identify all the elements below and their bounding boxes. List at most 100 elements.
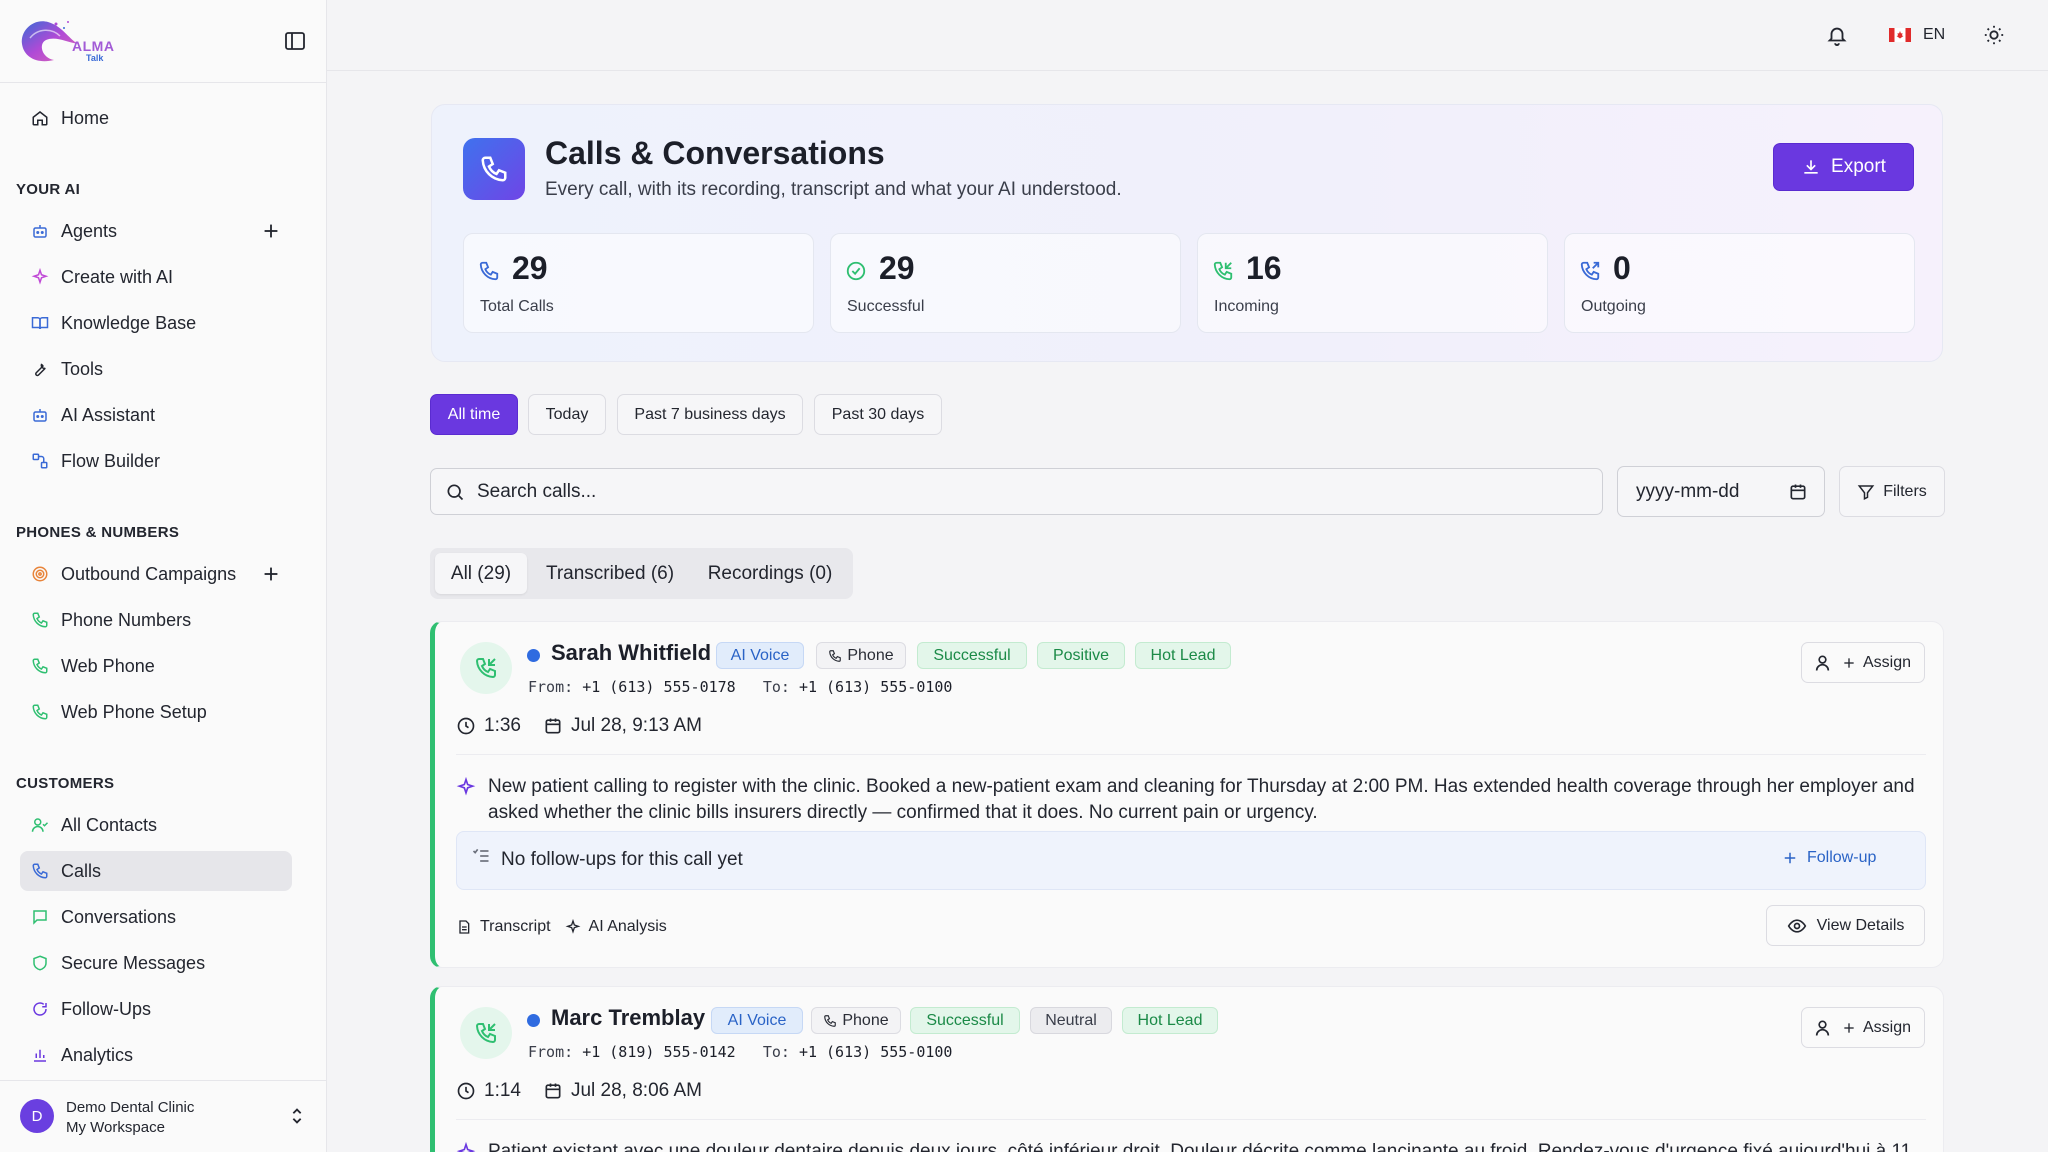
sparkles-icon — [456, 777, 476, 796]
target-icon — [32, 566, 48, 582]
call-card[interactable]: Marc Tremblay AI Voice Phone Successful … — [430, 986, 1944, 1152]
calendar-icon[interactable] — [1788, 482, 1808, 502]
download-icon — [1804, 160, 1818, 174]
sidebar-item-web-phone-setup[interactable]: Web Phone Setup — [20, 692, 292, 732]
eye-icon — [1787, 918, 1806, 933]
sidebar-item-agents[interactable]: Agents — [20, 211, 292, 251]
stat-value: 29 — [879, 250, 915, 286]
stat-value: 29 — [512, 250, 548, 286]
call-card[interactable]: Sarah Whitfield AI Voice Phone Successfu… — [430, 621, 1944, 968]
tab-all[interactable]: All (29) — [435, 553, 527, 594]
sidebar-item-ai-assistant[interactable]: AI Assistant — [20, 395, 292, 435]
page-title: Calls & Conversations — [545, 135, 885, 171]
user-check-icon — [31, 818, 49, 832]
unread-dot — [527, 649, 540, 662]
wrench-icon — [35, 363, 46, 377]
topbar: EN — [327, 0, 2048, 71]
sidebar: ALMA Talk Home YOUR AI Agents Create wit… — [0, 0, 327, 1152]
sidebar-item-label: Conversations — [61, 906, 177, 927]
list-checks-icon — [472, 848, 489, 862]
sidebar-item-secure-messages[interactable]: Secure Messages — [20, 943, 292, 983]
badge-successful: Successful — [910, 1007, 1020, 1034]
search-input[interactable] — [477, 469, 1577, 514]
sidebar-item-web-phone[interactable]: Web Phone — [20, 646, 292, 686]
sidebar-item-follow-ups[interactable]: Follow-Ups — [20, 989, 292, 1029]
section-your-ai: YOUR AI — [16, 181, 81, 198]
phone-outgoing-icon — [1580, 261, 1600, 281]
logo-text: ALMA — [72, 38, 115, 54]
sidebar-item-phone-numbers[interactable]: Phone Numbers — [20, 600, 292, 640]
assign-button[interactable]: Assign — [1801, 1007, 1925, 1048]
caller-name: Marc Tremblay — [551, 1005, 706, 1030]
phone-incoming-icon — [1213, 261, 1233, 281]
from-number: +1 (819) 555-0142 — [582, 1043, 736, 1061]
sidebar-item-label: Tools — [61, 358, 104, 379]
sidebar-item-all-contacts[interactable]: All Contacts — [20, 805, 292, 845]
add-campaign-icon[interactable] — [260, 563, 282, 585]
followup-label: Follow-up — [1807, 849, 1877, 866]
badge-neutral: Neutral — [1030, 1007, 1112, 1034]
logo-row: ALMA Talk — [0, 0, 326, 83]
phone-icon — [824, 1014, 837, 1027]
bell-icon[interactable] — [1826, 24, 1848, 46]
workspace-switcher[interactable]: D Demo Dental Clinic My Workspace — [0, 1080, 327, 1152]
sparkles-icon — [456, 1142, 476, 1152]
sidebar-item-analytics[interactable]: Analytics — [20, 1035, 292, 1075]
shield-icon — [33, 955, 47, 971]
ai-analysis-link[interactable]: AI Analysis — [589, 918, 667, 936]
stat-total-calls: 29 Total Calls — [463, 233, 814, 333]
phone-incoming-icon — [460, 1007, 512, 1059]
range-past-30-days[interactable]: Past 30 days — [814, 394, 942, 435]
sidebar-item-home[interactable]: Home — [20, 98, 292, 138]
sidebar-item-create-with-ai[interactable]: Create with AI — [20, 257, 292, 297]
date-input[interactable]: yyyy-mm-dd — [1617, 466, 1825, 517]
plus-icon — [1844, 657, 1854, 668]
sidebar-item-label: Web Phone Setup — [61, 701, 207, 722]
sidebar-item-label: All Contacts — [61, 814, 158, 835]
sidebar-item-label: Analytics — [61, 1044, 134, 1065]
chevrons-up-down-icon[interactable] — [286, 1105, 308, 1127]
avatar: D — [20, 1099, 54, 1133]
call-numbers: From: +1 (819) 555-0142 To: +1 (613) 555… — [528, 1043, 952, 1061]
sidebar-item-tools[interactable]: Tools — [20, 349, 292, 389]
sidebar-item-flow-builder[interactable]: Flow Builder — [20, 441, 292, 481]
canada-flag-icon[interactable] — [1889, 28, 1911, 42]
sidebar-item-calls[interactable]: Calls — [20, 851, 292, 891]
call-links: Transcript AI Analysis — [456, 918, 667, 936]
phone-incoming-icon — [460, 642, 512, 694]
badge-hot-lead: Hot Lead — [1122, 1007, 1218, 1034]
check-circle-icon — [846, 261, 866, 281]
badge-label: Phone — [842, 1011, 889, 1029]
sidebar-item-label: Knowledge Base — [61, 312, 197, 333]
to-number: +1 (613) 555-0100 — [798, 1043, 953, 1061]
sidebar-item-label: Agents — [61, 220, 118, 241]
bot-icon — [33, 225, 47, 238]
tab-transcribed[interactable]: Transcribed (6) — [535, 553, 685, 594]
add-agent-icon[interactable] — [260, 220, 282, 242]
filters-button[interactable]: Filters — [1839, 466, 1945, 517]
call-summary: Patient existant avec une douleur dentai… — [488, 1141, 1912, 1152]
section-customers: CUSTOMERS — [16, 775, 115, 792]
tab-recordings[interactable]: Recordings (0) — [692, 553, 848, 594]
user-plus-icon — [1815, 655, 1830, 671]
sidebar-item-conversations[interactable]: Conversations — [20, 897, 292, 937]
date-placeholder: yyyy-mm-dd — [1636, 481, 1740, 502]
range-past-7-business-days[interactable]: Past 7 business days — [617, 394, 803, 435]
transcript-link[interactable]: Transcript — [480, 918, 551, 936]
view-details-button[interactable]: View Details — [1766, 905, 1925, 946]
assign-button[interactable]: Assign — [1801, 642, 1925, 683]
sidebar-item-knowledge-base[interactable]: Knowledge Base — [20, 303, 292, 343]
flow-icon — [32, 453, 48, 469]
export-button[interactable]: Export — [1773, 143, 1914, 191]
range-today[interactable]: Today — [528, 394, 606, 435]
search-box — [430, 468, 1603, 515]
range-all-time[interactable]: All time — [430, 394, 518, 435]
language-selector[interactable]: EN — [1923, 26, 1945, 44]
add-followup-button[interactable]: Follow-up — [1781, 849, 1876, 867]
section-phones: PHONES & NUMBERS — [16, 524, 180, 541]
badge-positive: Positive — [1037, 642, 1125, 669]
sun-icon[interactable] — [1983, 24, 2005, 46]
sidebar-item-outbound-campaigns[interactable]: Outbound Campaigns — [20, 554, 292, 594]
sidebar-toggle-icon[interactable] — [283, 29, 307, 53]
call-date: Jul 28, 9:13 AM — [570, 715, 702, 736]
